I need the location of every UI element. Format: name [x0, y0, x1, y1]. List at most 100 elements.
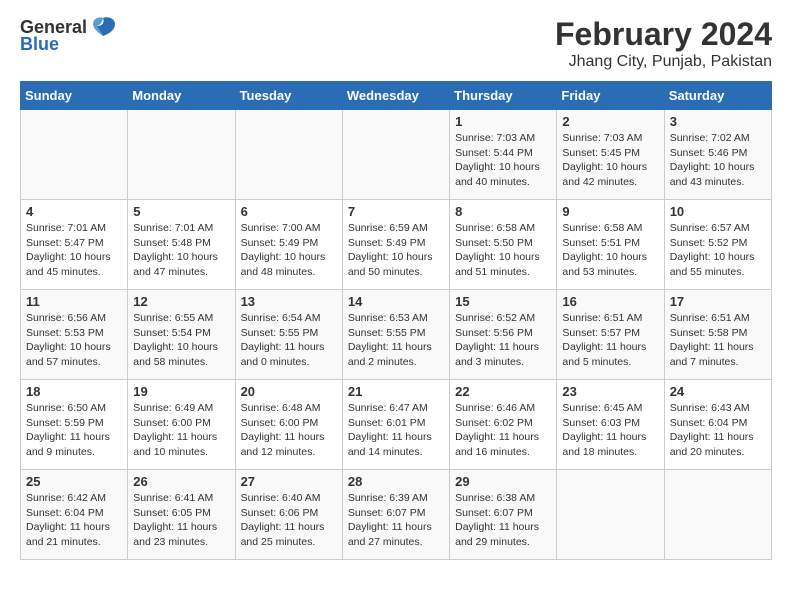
title-block: February 2024 Jhang City, Punjab, Pakist… — [555, 16, 772, 71]
day-number: 16 — [562, 294, 658, 309]
day-info: Sunrise: 6:52 AM Sunset: 5:56 PM Dayligh… — [455, 311, 551, 370]
day-cell-4: 4 Sunrise: 7:01 AM Sunset: 5:47 PM Daylig… — [21, 200, 128, 290]
weekday-header-thursday: Thursday — [450, 82, 557, 110]
day-cell-9: 9 Sunrise: 6:58 AM Sunset: 5:51 PM Daylig… — [557, 200, 664, 290]
day-info: Sunrise: 6:58 AM Sunset: 5:51 PM Dayligh… — [562, 221, 658, 280]
day-cell-17: 17 Sunrise: 6:51 AM Sunset: 5:58 PM Dayli… — [664, 290, 771, 380]
day-number: 1 — [455, 114, 551, 129]
day-number: 28 — [348, 474, 444, 489]
week-row-4: 18 Sunrise: 6:50 AM Sunset: 5:59 PM Dayli… — [21, 380, 772, 470]
day-number: 22 — [455, 384, 551, 399]
empty-cell — [235, 110, 342, 200]
day-number: 14 — [348, 294, 444, 309]
day-number: 24 — [670, 384, 766, 399]
month-title: February 2024 — [555, 16, 772, 53]
day-number: 17 — [670, 294, 766, 309]
day-info: Sunrise: 6:53 AM Sunset: 5:55 PM Dayligh… — [348, 311, 444, 370]
day-info: Sunrise: 7:00 AM Sunset: 5:49 PM Dayligh… — [241, 221, 337, 280]
day-cell-20: 20 Sunrise: 6:48 AM Sunset: 6:00 PM Dayli… — [235, 380, 342, 470]
day-number: 10 — [670, 204, 766, 219]
day-number: 9 — [562, 204, 658, 219]
day-info: Sunrise: 6:41 AM Sunset: 6:05 PM Dayligh… — [133, 491, 229, 550]
day-cell-16: 16 Sunrise: 6:51 AM Sunset: 5:57 PM Dayli… — [557, 290, 664, 380]
week-row-5: 25 Sunrise: 6:42 AM Sunset: 6:04 PM Dayli… — [21, 470, 772, 560]
day-cell-27: 27Sunrise: 6:40 AM Sunset: 6:06 PM Dayli… — [235, 470, 342, 560]
day-number: 3 — [670, 114, 766, 129]
weekday-header-monday: Monday — [128, 82, 235, 110]
day-cell-10: 10 Sunrise: 6:57 AM Sunset: 5:52 PM Dayli… — [664, 200, 771, 290]
empty-cell — [21, 110, 128, 200]
weekday-header-saturday: Saturday — [664, 82, 771, 110]
logo-blue-text: Blue — [20, 34, 59, 55]
logo-bird-icon — [89, 16, 117, 38]
week-row-3: 11Sunrise: 6:56 AM Sunset: 5:53 PM Dayli… — [21, 290, 772, 380]
day-cell-8: 8 Sunrise: 6:58 AM Sunset: 5:50 PM Daylig… — [450, 200, 557, 290]
day-info: Sunrise: 6:50 AM Sunset: 5:59 PM Dayligh… — [26, 401, 122, 460]
day-info: Sunrise: 6:57 AM Sunset: 5:52 PM Dayligh… — [670, 221, 766, 280]
day-info: Sunrise: 6:40 AM Sunset: 6:06 PM Dayligh… — [241, 491, 337, 550]
day-info: Sunrise: 7:03 AM Sunset: 5:45 PM Dayligh… — [562, 131, 658, 190]
day-info: Sunrise: 6:51 AM Sunset: 5:58 PM Dayligh… — [670, 311, 766, 370]
weekday-header-tuesday: Tuesday — [235, 82, 342, 110]
day-number: 25 — [26, 474, 122, 489]
day-number: 18 — [26, 384, 122, 399]
location-title: Jhang City, Punjab, Pakistan — [555, 53, 772, 71]
week-row-1: 1 Sunrise: 7:03 AM Sunset: 5:44 PM Daylig… — [21, 110, 772, 200]
day-info: Sunrise: 6:48 AM Sunset: 6:00 PM Dayligh… — [241, 401, 337, 460]
day-cell-13: 13Sunrise: 6:54 AM Sunset: 5:55 PM Dayli… — [235, 290, 342, 380]
weekday-header-friday: Friday — [557, 82, 664, 110]
empty-cell — [664, 470, 771, 560]
logo: General Blue — [20, 16, 117, 55]
day-number: 11 — [26, 294, 122, 309]
day-number: 8 — [455, 204, 551, 219]
day-info: Sunrise: 6:58 AM Sunset: 5:50 PM Dayligh… — [455, 221, 551, 280]
day-info: Sunrise: 7:03 AM Sunset: 5:44 PM Dayligh… — [455, 131, 551, 190]
day-number: 12 — [133, 294, 229, 309]
empty-cell — [128, 110, 235, 200]
day-cell-15: 15 Sunrise: 6:52 AM Sunset: 5:56 PM Dayli… — [450, 290, 557, 380]
day-info: Sunrise: 7:01 AM Sunset: 5:47 PM Dayligh… — [26, 221, 122, 280]
day-cell-24: 24 Sunrise: 6:43 AM Sunset: 6:04 PM Dayli… — [664, 380, 771, 470]
weekday-header-row: SundayMondayTuesdayWednesdayThursdayFrid… — [21, 82, 772, 110]
day-cell-7: 7Sunrise: 6:59 AM Sunset: 5:49 PM Daylig… — [342, 200, 449, 290]
day-cell-25: 25 Sunrise: 6:42 AM Sunset: 6:04 PM Dayli… — [21, 470, 128, 560]
day-info: Sunrise: 6:45 AM Sunset: 6:03 PM Dayligh… — [562, 401, 658, 460]
week-row-2: 4 Sunrise: 7:01 AM Sunset: 5:47 PM Daylig… — [21, 200, 772, 290]
day-cell-26: 26Sunrise: 6:41 AM Sunset: 6:05 PM Dayli… — [128, 470, 235, 560]
day-number: 2 — [562, 114, 658, 129]
empty-cell — [557, 470, 664, 560]
empty-cell — [342, 110, 449, 200]
day-info: Sunrise: 6:39 AM Sunset: 6:07 PM Dayligh… — [348, 491, 444, 550]
day-info: Sunrise: 6:51 AM Sunset: 5:57 PM Dayligh… — [562, 311, 658, 370]
day-cell-3: 3Sunrise: 7:02 AM Sunset: 5:46 PM Daylig… — [664, 110, 771, 200]
day-number: 19 — [133, 384, 229, 399]
day-info: Sunrise: 6:47 AM Sunset: 6:01 PM Dayligh… — [348, 401, 444, 460]
day-cell-14: 14 Sunrise: 6:53 AM Sunset: 5:55 PM Dayli… — [342, 290, 449, 380]
day-number: 29 — [455, 474, 551, 489]
day-number: 6 — [241, 204, 337, 219]
day-cell-23: 23Sunrise: 6:45 AM Sunset: 6:03 PM Dayli… — [557, 380, 664, 470]
day-cell-12: 12 Sunrise: 6:55 AM Sunset: 5:54 PM Dayli… — [128, 290, 235, 380]
day-info: Sunrise: 6:54 AM Sunset: 5:55 PM Dayligh… — [241, 311, 337, 370]
day-number: 15 — [455, 294, 551, 309]
day-number: 4 — [26, 204, 122, 219]
day-cell-18: 18 Sunrise: 6:50 AM Sunset: 5:59 PM Dayli… — [21, 380, 128, 470]
day-cell-29: 29 Sunrise: 6:38 AM Sunset: 6:07 PM Dayli… — [450, 470, 557, 560]
day-info: Sunrise: 6:55 AM Sunset: 5:54 PM Dayligh… — [133, 311, 229, 370]
day-cell-28: 28 Sunrise: 6:39 AM Sunset: 6:07 PM Dayli… — [342, 470, 449, 560]
day-info: Sunrise: 6:38 AM Sunset: 6:07 PM Dayligh… — [455, 491, 551, 550]
day-info: Sunrise: 6:42 AM Sunset: 6:04 PM Dayligh… — [26, 491, 122, 550]
calendar-table: SundayMondayTuesdayWednesdayThursdayFrid… — [20, 81, 772, 560]
day-number: 20 — [241, 384, 337, 399]
day-cell-22: 22Sunrise: 6:46 AM Sunset: 6:02 PM Dayli… — [450, 380, 557, 470]
day-cell-6: 6 Sunrise: 7:00 AM Sunset: 5:49 PM Daylig… — [235, 200, 342, 290]
day-info: Sunrise: 7:01 AM Sunset: 5:48 PM Dayligh… — [133, 221, 229, 280]
day-number: 21 — [348, 384, 444, 399]
day-number: 5 — [133, 204, 229, 219]
day-cell-19: 19Sunrise: 6:49 AM Sunset: 6:00 PM Dayli… — [128, 380, 235, 470]
weekday-header-wednesday: Wednesday — [342, 82, 449, 110]
page-header: General Blue February 2024 Jhang City, P… — [20, 16, 772, 71]
day-cell-5: 5 Sunrise: 7:01 AM Sunset: 5:48 PM Daylig… — [128, 200, 235, 290]
day-cell-2: 2 Sunrise: 7:03 AM Sunset: 5:45 PM Daylig… — [557, 110, 664, 200]
day-info: Sunrise: 6:43 AM Sunset: 6:04 PM Dayligh… — [670, 401, 766, 460]
